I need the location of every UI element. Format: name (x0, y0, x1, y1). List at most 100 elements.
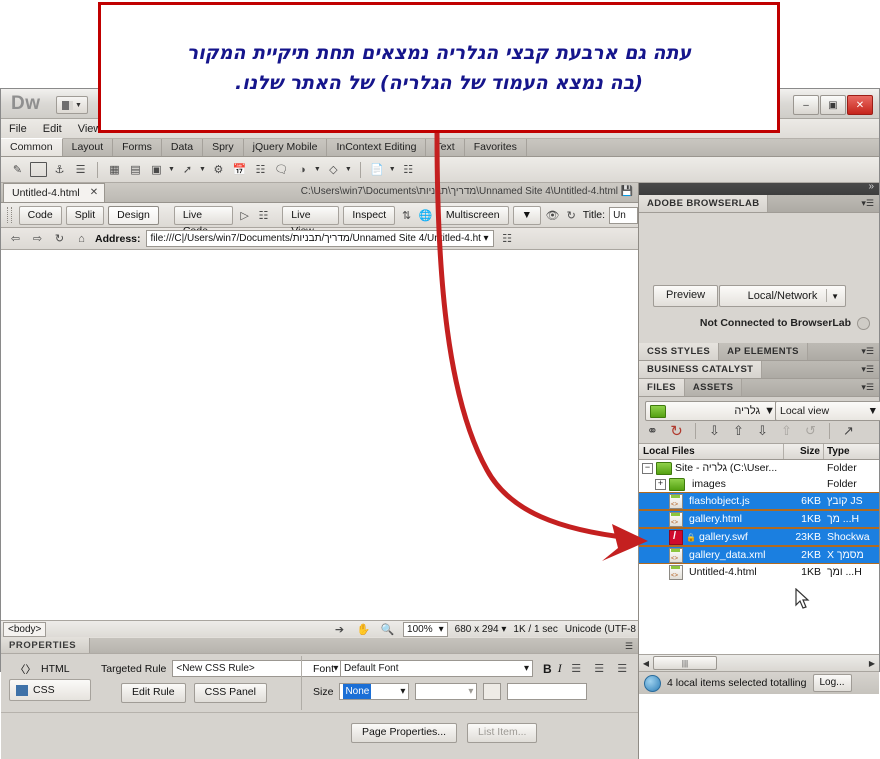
tab-files[interactable]: FILES (639, 379, 685, 396)
split-view-button[interactable]: Split (65, 205, 105, 225)
restore-button[interactable]: ▣ (820, 95, 846, 115)
refresh-icon[interactable]: ↻ (564, 207, 579, 224)
chevron-down-icon[interactable]: ▼ (199, 166, 206, 173)
home-icon[interactable]: ⌂ (73, 230, 90, 247)
tab-css-styles[interactable]: CSS STYLES (639, 343, 720, 360)
css-panel-button[interactable]: CSS Panel (193, 683, 267, 703)
zoom-tool-icon[interactable]: 🔍 (379, 621, 396, 638)
live-code-button[interactable]: Live Code (173, 205, 234, 237)
design-canvas[interactable] (1, 250, 638, 602)
code-view-button[interactable]: Code (18, 205, 62, 225)
multiscreen-dropdown[interactable]: ▼ (512, 205, 541, 225)
live-view-options-icon[interactable]: ⇅ (399, 207, 414, 224)
table-row[interactable]: − Site - גלריה (C:\User... Folder (639, 460, 879, 476)
view-selector[interactable]: Local view ▼ (775, 401, 880, 421)
log-button[interactable]: Log... (812, 674, 852, 692)
table-row[interactable]: Untitled-4.html 1KB H... ומך (639, 564, 879, 580)
scroll-right-icon[interactable]: ▶ (865, 659, 879, 668)
window-size-selector[interactable]: 680 x 294 ▾ (455, 624, 507, 635)
table-row[interactable]: gallery.html 1KB H... מך (639, 510, 879, 528)
get-files-icon[interactable]: ⇩ (705, 422, 724, 439)
bold-button[interactable]: B (543, 662, 552, 676)
scrollbar-thumb[interactable]: ||| (653, 656, 717, 670)
widget-icon[interactable]: ⚙ (210, 161, 227, 178)
tag-selector[interactable]: <body> (3, 621, 47, 637)
zoom-selector[interactable]: 100% ▾ (403, 622, 448, 637)
page-properties-button[interactable]: Page Properties... (351, 723, 458, 743)
refresh-icon[interactable]: ↻ (667, 422, 686, 440)
forward-icon[interactable]: ⇨ (29, 230, 46, 247)
panel-menu-icon[interactable]: ☰ (625, 641, 633, 652)
tab-jquery-mobile[interactable]: jQuery Mobile (244, 139, 328, 156)
align-right-icon[interactable]: ☰ (614, 660, 631, 677)
expand-panels-button[interactable] (639, 181, 879, 195)
align-center-icon[interactable]: ☰ (591, 660, 608, 677)
preview-button[interactable]: Preview (653, 285, 719, 307)
horizontal-rule-icon[interactable]: ☰ (72, 161, 89, 178)
menu-item-file[interactable]: File (9, 123, 27, 135)
tab-common[interactable]: Common (1, 138, 63, 156)
select-tool-icon[interactable]: ➔ (331, 621, 348, 638)
html-mode-button[interactable]: 〈〉 HTML (9, 659, 91, 679)
scroll-left-icon[interactable]: ◀ (639, 659, 653, 668)
tab-incontext-editing[interactable]: InContext Editing (327, 139, 427, 156)
files-horizontal-scrollbar[interactable]: ◀ ||| ▶ (639, 654, 879, 671)
back-icon[interactable]: ⇦ (7, 230, 24, 247)
table-icon[interactable]: ▦ (106, 161, 123, 178)
edit-rule-button[interactable]: Edit Rule (121, 683, 186, 703)
tag-icon[interactable]: ◇ (325, 161, 342, 178)
anchor-icon[interactable]: ⚓ (51, 161, 68, 178)
live-code-options-icon[interactable]: ▷ (237, 207, 252, 224)
tag-chooser-icon[interactable]: ☷ (400, 161, 417, 178)
check-out-icon[interactable]: ⇩ (753, 422, 772, 439)
minimize-button[interactable]: – (793, 95, 819, 115)
toolbar-grip[interactable] (7, 207, 12, 223)
tab-layout[interactable]: Layout (63, 139, 114, 156)
tab-favorites[interactable]: Favorites (465, 139, 527, 156)
preview-browser-icon[interactable]: 👁 (545, 207, 560, 224)
document-tab[interactable]: Untitled-4.html ✕ (3, 183, 106, 202)
live-view-button[interactable]: Live View (282, 205, 340, 237)
comment-icon[interactable]: 🗨 (273, 161, 290, 178)
chevron-down-icon[interactable]: ▼ (314, 166, 321, 173)
chevron-down-icon[interactable]: ▼ (168, 166, 175, 173)
chevron-down-icon[interactable]: ▼ (389, 166, 396, 173)
hyperlink-icon[interactable]: ✎ (9, 161, 26, 178)
tab-spry[interactable]: Spry (203, 139, 244, 156)
hand-tool-icon[interactable]: ✋ (355, 621, 372, 638)
tab-business-catalyst[interactable]: BUSINESS CATALYST (639, 361, 763, 378)
design-view-button[interactable]: Design (108, 205, 159, 225)
expand-twisty-icon[interactable]: + (655, 478, 666, 490)
close-button[interactable]: ✕ (847, 95, 873, 115)
tab-data[interactable]: Data (162, 139, 204, 156)
size-unit-select[interactable]: ▾ (415, 683, 478, 700)
panel-menu-icon[interactable]: ▾☰ (861, 198, 874, 209)
column-header-name[interactable]: Local Files (639, 444, 784, 459)
date-icon[interactable]: 📅 (231, 161, 248, 178)
location-select[interactable]: Local/Network ▼ (719, 285, 846, 307)
put-files-icon[interactable]: ⇧ (729, 422, 748, 439)
font-select[interactable]: Default Font ▾ (340, 660, 534, 677)
email-link-icon[interactable] (30, 161, 47, 178)
column-header-size[interactable]: Size (784, 444, 824, 459)
save-icon[interactable]: 💾 (621, 186, 633, 197)
color-picker-swatch[interactable] (483, 683, 502, 700)
validate-icon[interactable]: ☷ (256, 207, 271, 224)
insert-div-icon[interactable]: ▤ (127, 161, 144, 178)
page-title-input[interactable]: Un (609, 206, 639, 224)
italic-button[interactable]: I (558, 661, 562, 676)
tab-ap-elements[interactable]: AP ELEMENTS (719, 343, 808, 360)
multiscreen-button[interactable]: Multiscreen (436, 205, 509, 225)
media-icon[interactable]: ➚ (179, 161, 196, 178)
address-options-icon[interactable]: ☷ (499, 230, 516, 247)
align-left-icon[interactable]: ☰ (568, 660, 585, 677)
color-hex-input[interactable] (507, 683, 588, 700)
connect-icon[interactable]: ⚭ (643, 422, 662, 439)
table-row[interactable]: 🔒 gallery.swf 23KB Shockwa (639, 528, 879, 546)
reload-icon[interactable]: ↻ (51, 230, 68, 247)
workspace-layout-button[interactable]: ▼ (56, 96, 88, 114)
panel-menu-icon[interactable]: ▾☰ (861, 382, 874, 393)
site-selector[interactable]: גלריה ▼ (645, 401, 780, 421)
panel-menu-icon[interactable]: ▾☰ (861, 364, 874, 375)
table-row[interactable]: + images Folder (639, 476, 879, 492)
